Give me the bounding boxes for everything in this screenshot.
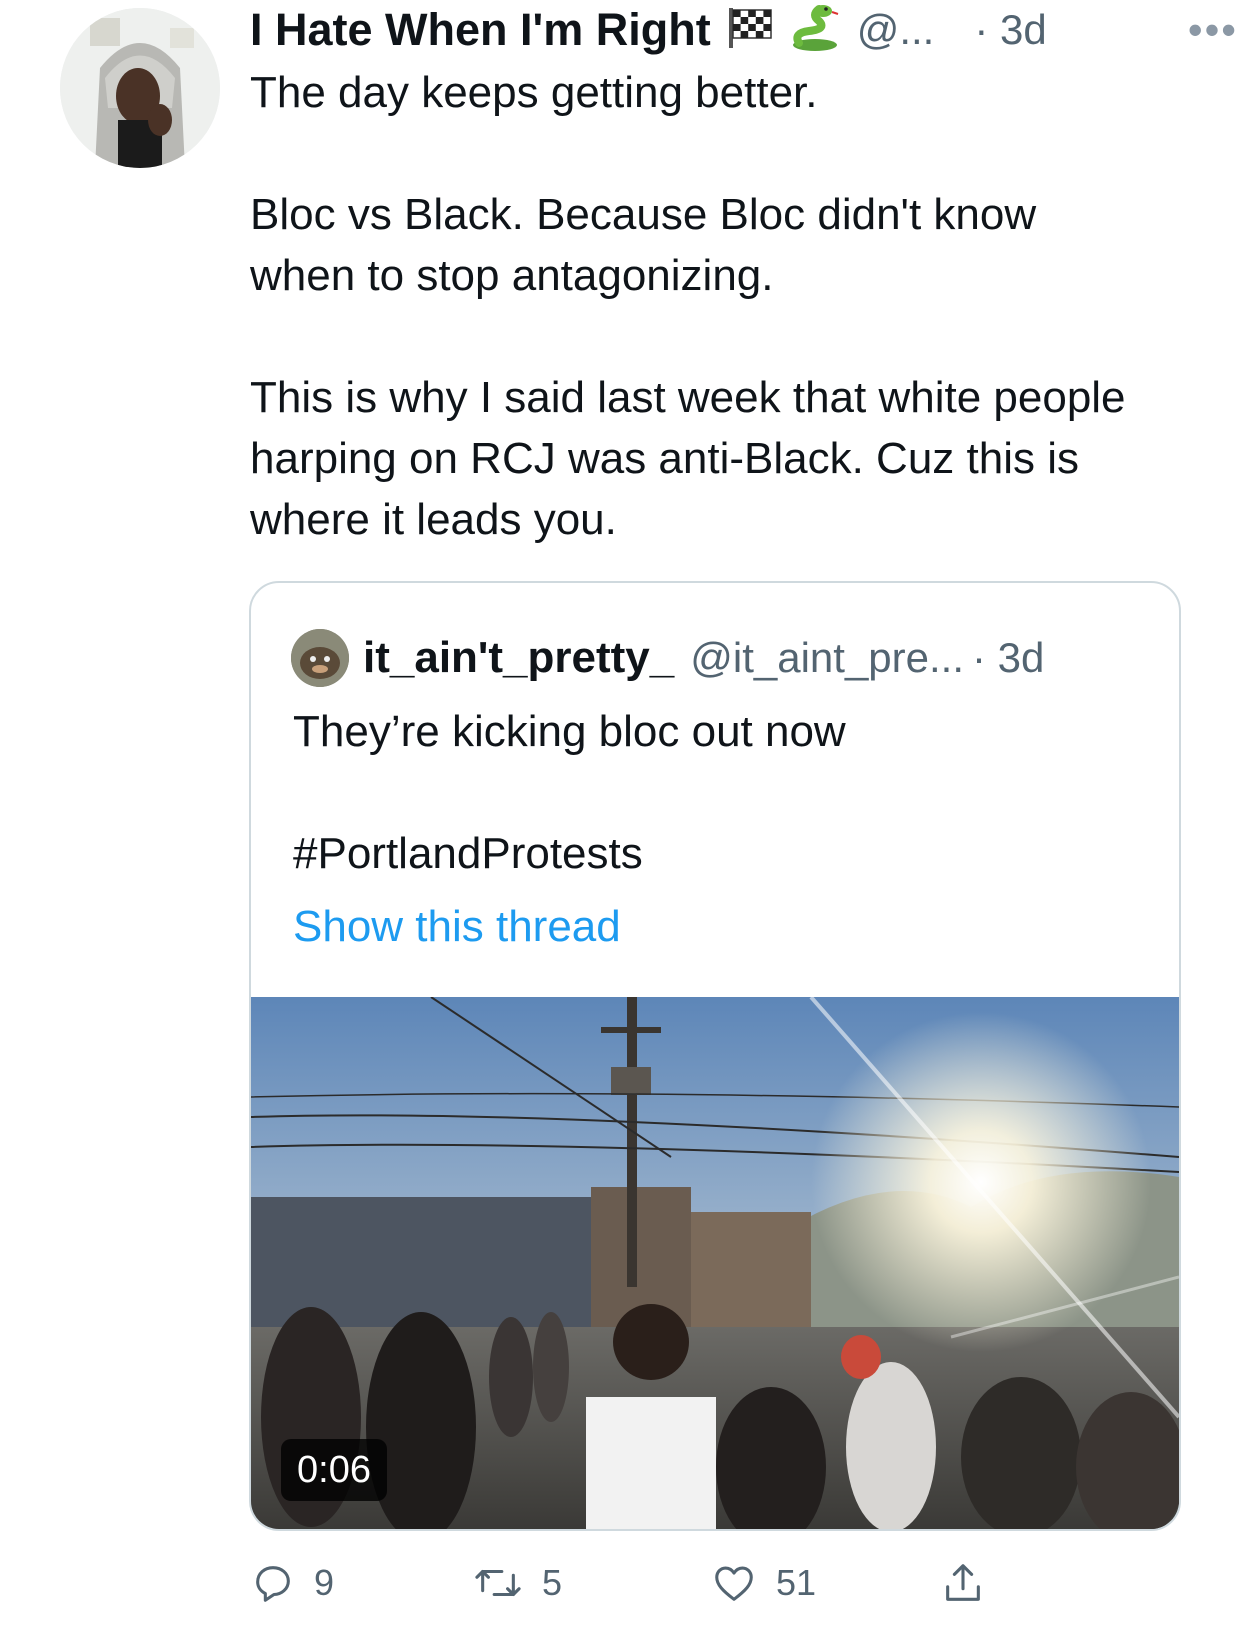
hashtag-link[interactable]: #PortlandProtests	[293, 823, 1153, 884]
video-player[interactable]: 0:06	[251, 997, 1179, 1529]
retweet-button[interactable]: 5	[472, 1560, 562, 1606]
author-name[interactable]: I Hate When I'm Right	[250, 4, 711, 56]
tweet-text: The day keeps getting better. Bloc vs Bl…	[250, 62, 1150, 550]
quoted-author-handle[interactable]: @it_aint_pre...	[690, 634, 964, 682]
heart-icon	[710, 1560, 758, 1606]
like-count: 51	[776, 1562, 817, 1603]
share-button[interactable]	[940, 1560, 986, 1606]
tweet-paragraph: The day keeps getting better.	[250, 68, 818, 117]
video-thumbnail	[251, 997, 1179, 1529]
quoted-tweet-card[interactable]: it_ain't_pretty_ @it_aint_pre... · 3d Th…	[249, 581, 1181, 1531]
like-button[interactable]: 51	[710, 1560, 816, 1606]
checkered-flag-icon	[725, 6, 775, 55]
show-thread-link[interactable]: Show this thread	[293, 896, 1153, 957]
reply-icon	[250, 1560, 296, 1606]
author-avatar-image	[60, 8, 220, 168]
more-icon[interactable]: •••	[1188, 9, 1238, 51]
tweet-timestamp[interactable]: · 3d	[974, 6, 1046, 54]
tweet-paragraph: Bloc vs Black. Because Bloc didn't know …	[250, 190, 1037, 300]
quoted-tweet-body: They’re kicking bloc out now	[293, 707, 846, 756]
share-icon	[940, 1560, 986, 1606]
quoted-author-avatar	[291, 629, 349, 687]
reply-count: 9	[314, 1562, 335, 1603]
tweet-paragraph: This is why I said last week that white …	[250, 373, 1126, 544]
quoted-tweet-text: They’re kicking bloc out now #PortlandPr…	[293, 701, 1153, 957]
quoted-tweet-header: it_ain't_pretty_ @it_aint_pre... · 3d	[291, 623, 1171, 693]
retweet-icon	[472, 1560, 524, 1606]
quoted-author-name[interactable]: it_ain't_pretty_	[363, 633, 674, 683]
tweet-header: I Hate When I'm Right @... · 3d	[250, 0, 1200, 60]
snake-icon	[789, 3, 841, 58]
author-handle[interactable]: @...	[857, 6, 935, 54]
quoted-tweet-timestamp[interactable]: · 3d	[972, 634, 1044, 682]
video-duration: 0:06	[281, 1439, 387, 1501]
author-avatar[interactable]	[60, 8, 220, 168]
tweet-actions: 9 5 51	[250, 1560, 1180, 1620]
reply-button[interactable]: 9	[250, 1560, 334, 1606]
retweet-count: 5	[542, 1562, 563, 1603]
